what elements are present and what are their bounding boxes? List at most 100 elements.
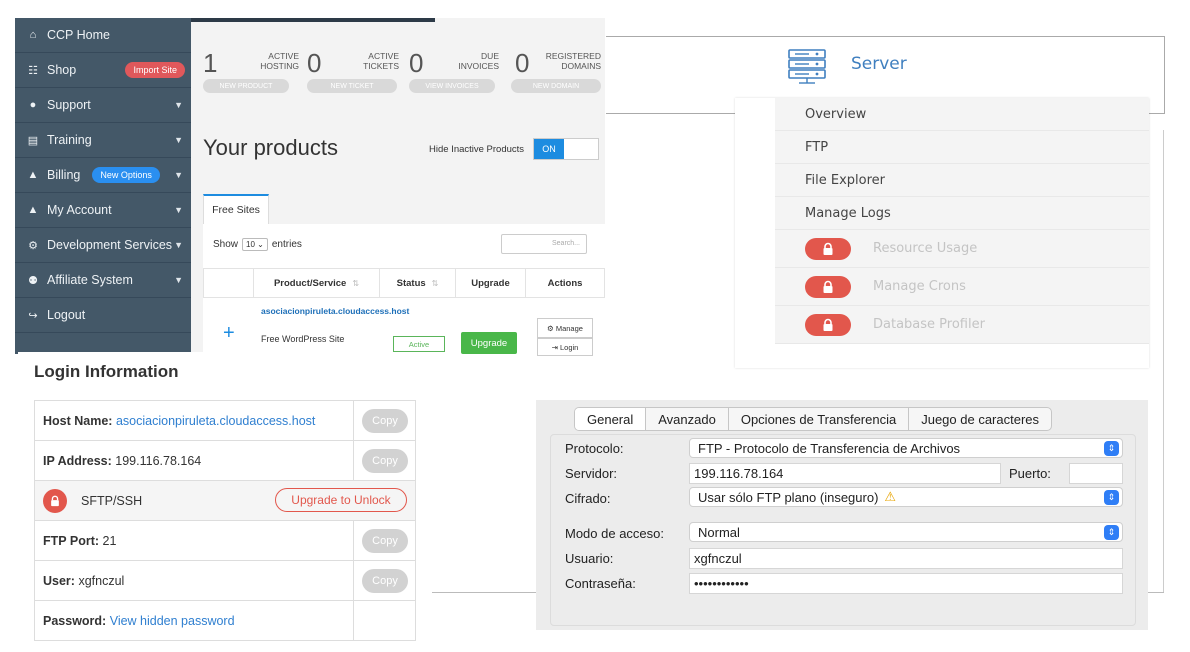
sidebar-item-my-account[interactable]: ▲ My Account ▼ <box>15 193 191 228</box>
products-table: Show 10 ⌄ entries Search... Product/Serv… <box>203 224 605 356</box>
tab-avanzado[interactable]: Avanzado <box>645 408 728 430</box>
server-field[interactable]: 199.116.78.164 <box>689 463 1001 484</box>
tab-opciones-transferencia[interactable]: Opciones de Transferencia <box>727 408 908 430</box>
menu-item-database-profiler[interactable]: Database Profiler <box>775 306 1149 344</box>
sidebar-item-label: Logout <box>47 308 86 322</box>
protocol-select[interactable]: FTP - Protocolo de Transferencia de Arch… <box>689 438 1123 458</box>
stat-number: 1 <box>203 48 218 78</box>
sidebar-item-shop[interactable]: ☷ Shop Import Site <box>15 53 191 88</box>
home-icon: ⌂ <box>29 29 37 41</box>
menu-item-overview[interactable]: Overview <box>775 98 1149 131</box>
stat-label-line: DOMAINS <box>561 61 601 71</box>
sidebar-item-affiliate-system[interactable]: ⚉ Affiliate System ▼ <box>15 263 191 298</box>
server-header: Server <box>735 36 1155 102</box>
stat-label: REGISTERED DOMAINS <box>546 51 601 71</box>
chevron-down-icon: ▼ <box>174 275 183 285</box>
encryption-select[interactable]: Usar sólo FTP plano (inseguro) ⚠ ⇕ <box>689 487 1123 507</box>
lock-icon <box>43 488 67 513</box>
search-input[interactable]: Search... <box>501 234 587 254</box>
stepper-arrows-icon: ⇕ <box>1104 525 1119 540</box>
tab-general[interactable]: General <box>575 408 646 430</box>
upgrade-to-unlock-button[interactable]: Upgrade to Unlock <box>275 488 407 512</box>
manage-button[interactable]: ⚙ Manage <box>537 318 593 338</box>
user-value: xgfnczul <box>78 573 125 588</box>
sftp-row: SFTP/SSH Upgrade to Unlock <box>35 481 415 521</box>
entries-select-value: 10 <box>246 240 255 249</box>
view-password-link[interactable]: View hidden password <box>110 614 235 628</box>
sidebar-item-label: Development Services <box>47 238 173 252</box>
stat-label: ACTIVE HOSTING <box>260 51 299 71</box>
sidebar-item-support[interactable]: ● Support ▼ <box>15 88 191 123</box>
divider <box>353 601 354 640</box>
user-field[interactable]: xgfnczul <box>689 548 1123 569</box>
stat-label-line: HOSTING <box>260 61 299 71</box>
copy-user-button[interactable]: Copy <box>362 568 408 593</box>
tab-juego-caracteres[interactable]: Juego de caracteres <box>908 408 1051 430</box>
sidebar-item-ccp-home[interactable]: ⌂ CCP Home <box>15 18 191 53</box>
entries-select[interactable]: 10 ⌄ <box>242 238 268 251</box>
sidebar-item-label: Support <box>47 98 91 112</box>
menu-item-manage-crons[interactable]: Manage Crons <box>775 268 1149 306</box>
password-label: Password: <box>43 613 107 628</box>
product-description: Free WordPress Site <box>261 334 345 344</box>
lock-icon <box>805 237 851 260</box>
divider <box>353 441 354 480</box>
login-label: Login <box>560 342 579 352</box>
new-options-badge[interactable]: New Options <box>92 167 160 183</box>
access-mode-select[interactable]: Normal ⇕ <box>689 522 1123 542</box>
manage-label: Manage <box>555 323 583 333</box>
new-product-button[interactable]: NEW PRODUCT <box>203 79 289 93</box>
copy-ip-button[interactable]: Copy <box>362 448 408 473</box>
column-header-label: Upgrade <box>471 277 510 289</box>
login-button[interactable]: ⇥ Login <box>537 338 593 356</box>
port-label: Puerto: <box>1009 466 1051 481</box>
users-icon: ⚉ <box>28 274 38 287</box>
import-site-badge[interactable]: Import Site <box>125 62 185 78</box>
column-header-status[interactable]: Status ⇅ <box>379 268 455 298</box>
sidebar-item-label: My Account <box>47 203 112 217</box>
column-header-upgrade: Upgrade <box>455 268 525 298</box>
stat-label: DUE INVOICES <box>458 51 499 71</box>
password-row: Password: View hidden password <box>35 601 415 641</box>
sidebar-item-label: Shop <box>47 63 77 77</box>
sidebar-item-label: Training <box>47 133 92 147</box>
encryption-label: Cifrado: <box>565 491 611 506</box>
password-field[interactable]: •••••••••••• <box>689 573 1123 594</box>
new-ticket-button[interactable]: NEW TICKET <box>307 79 397 93</box>
stat-label-line: TICKETS <box>363 61 399 71</box>
new-domain-button[interactable]: NEW DOMAIN <box>511 79 601 93</box>
ip-address-row: IP Address: 199.116.78.164 Copy <box>35 441 415 481</box>
sidebar-item-billing[interactable]: ▲ Billing New Options ▼ <box>15 158 191 193</box>
expand-row-icon[interactable]: + <box>223 322 235 345</box>
lock-icon <box>805 313 851 336</box>
chevron-down-icon: ▼ <box>174 240 183 250</box>
stat-active-hosting: 1 ACTIVE HOSTING NEW PRODUCT <box>203 48 299 113</box>
column-header-label: Actions <box>547 277 583 289</box>
column-header-product[interactable]: Product/Service ⇅ <box>253 268 379 298</box>
copy-host-button[interactable]: Copy <box>362 408 408 433</box>
column-header-actions: Actions <box>525 268 605 298</box>
ftp-port-label: FTP Port: <box>43 533 100 548</box>
menu-item-file-explorer[interactable]: File Explorer <box>775 164 1149 197</box>
tab-free-sites[interactable]: Free Sites <box>203 194 269 224</box>
port-field[interactable] <box>1069 463 1123 484</box>
hide-inactive-toggle[interactable]: ON <box>533 138 599 160</box>
sidebar-item-training[interactable]: ▤ Training ▼ <box>15 123 191 158</box>
product-link[interactable]: asociacionpiruleta.cloudaccess.host <box>261 306 409 317</box>
sort-icon: ⇅ <box>352 278 360 288</box>
stat-registered-domains: 0 REGISTERED DOMAINS NEW DOMAIN <box>511 48 601 113</box>
host-name-value[interactable]: asociacionpiruleta.cloudaccess.host <box>116 414 315 428</box>
stat-due-invoices: 0 DUE INVOICES VIEW INVOICES <box>409 48 499 113</box>
menu-item-ftp[interactable]: FTP <box>775 131 1149 164</box>
menu-item-resource-usage[interactable]: Resource Usage <box>775 230 1149 268</box>
upgrade-button[interactable]: Upgrade <box>461 332 517 354</box>
site-manager-dialog: General Avanzado Opciones de Transferenc… <box>536 400 1148 630</box>
menu-item-manage-logs[interactable]: Manage Logs <box>775 197 1149 230</box>
copy-port-button[interactable]: Copy <box>362 528 408 553</box>
sidebar-item-development-services[interactable]: ⚙ Development Services ▼ <box>15 228 191 263</box>
sidebar-item-label: CCP Home <box>47 28 110 42</box>
sidebar-item-logout[interactable]: ↪ Logout <box>15 298 191 333</box>
view-invoices-button[interactable]: VIEW INVOICES <box>409 79 495 93</box>
server-label: Servidor: <box>565 466 618 481</box>
warning-icon: ⚠ <box>884 489 897 504</box>
